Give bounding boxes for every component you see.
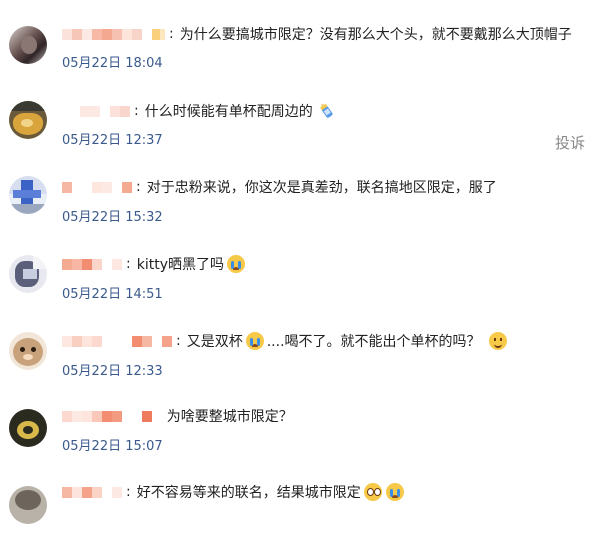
comment-date: 05月22日 xyxy=(62,210,122,225)
username-mosaic[interactable] xyxy=(62,181,132,193)
username-mosaic[interactable] xyxy=(62,486,122,498)
crying-face-icon xyxy=(245,332,264,350)
username-mosaic[interactable] xyxy=(80,105,130,117)
comment-timestamp: 05月22日 14:51 xyxy=(62,283,163,302)
comment-line: : 又是双杯 ....喝不了。就不能出个单杯的吗？ xyxy=(62,330,507,352)
colon: : xyxy=(136,179,141,195)
comment-time: 12:33 xyxy=(125,364,163,379)
comment-timestamp: 05月22日 15:07 xyxy=(62,435,163,454)
comment-time: 14:51 xyxy=(125,287,163,302)
crying-face-icon xyxy=(226,255,245,273)
comment-date: 05月22日 xyxy=(62,439,122,454)
comment-item: : 为什么要搞城市限定？没有那么大个头，就不要戴那么大顶帽子 05月22日 18… xyxy=(0,0,600,77)
comment-item: : 为啥要整城市限定？ 05月22日 15:07 xyxy=(0,385,600,462)
colon: : xyxy=(134,103,139,119)
comment-date: 05月22日 xyxy=(62,56,122,71)
comment-text: 为什么要搞城市限定？没有那么大个头，就不要戴那么大顶帽子 xyxy=(179,27,572,43)
comment-line: : 对于忠粉来说，你这次是真差劲，联名搞地区限定，服了 xyxy=(62,176,497,198)
colon: : xyxy=(169,26,174,42)
comment-time: 15:32 xyxy=(125,210,163,225)
comment-item: : kitty晒黑了吗 05月22日 14:51 xyxy=(0,231,600,308)
comment-date: 05月22日 xyxy=(62,287,122,302)
comment-line: : 好不容易等来的联名，结果城市限定 xyxy=(62,481,404,503)
feeding-bottle-icon xyxy=(316,101,336,121)
username-mosaic[interactable] xyxy=(62,410,152,422)
colon: : xyxy=(176,333,181,349)
comment-date: 05月22日 xyxy=(62,364,122,379)
username-mosaic[interactable] xyxy=(62,258,122,270)
comment-time: 18:04 xyxy=(125,56,163,71)
comment-text: 什么时候能有单杯配周边的 xyxy=(144,104,313,120)
comment-line: : 为什么要搞城市限定？没有那么大个头，就不要戴那么大顶帽子 xyxy=(62,23,572,45)
comment-line: : 为啥要整城市限定？ xyxy=(62,405,293,427)
comment-date: 05月22日 xyxy=(62,133,122,148)
avatar[interactable] xyxy=(9,255,47,293)
username-mosaic[interactable] xyxy=(62,335,172,347)
comment-item: : 好不容易等来的联名，结果城市限定 xyxy=(0,462,600,539)
colon: : xyxy=(126,256,131,272)
comment-text: 为啥要整城市限定？ xyxy=(166,409,293,425)
comment-text: 好不容易等来的联名，结果城市限定 xyxy=(136,485,361,501)
slight-smile-icon xyxy=(488,332,507,350)
pleading-face-icon xyxy=(363,483,382,501)
comment-item: : 对于忠粉来说，你这次是真差劲，联名搞地区限定，服了 05月22日 15:32 xyxy=(0,154,600,231)
comment-text: kitty晒黑了吗 xyxy=(136,257,224,273)
comment-text: 又是双杯 xyxy=(186,334,243,350)
comment-time: 15:07 xyxy=(125,439,163,454)
comment-text: 对于忠粉来说，你这次是真差劲，联名搞地区限定，服了 xyxy=(146,180,497,196)
avatar[interactable] xyxy=(9,176,47,214)
avatar[interactable] xyxy=(9,101,47,139)
username-mosaic[interactable] xyxy=(62,28,165,40)
comment-timestamp: 05月22日 18:04 xyxy=(62,52,163,71)
colon: : xyxy=(126,484,131,500)
avatar[interactable] xyxy=(9,332,47,370)
crying-face-icon xyxy=(385,483,404,501)
comment-text-continued: ....喝不了。就不能出个单杯的吗？ xyxy=(266,334,481,350)
comment-timestamp: 05月22日 12:33 xyxy=(62,360,163,379)
avatar[interactable] xyxy=(9,486,47,524)
comment-item: : 又是双杯 ....喝不了。就不能出个单杯的吗？ 05月22日 12:33 xyxy=(0,308,600,385)
comment-item: : 什么时候能有单杯配周边的 05月22日 12:37 xyxy=(0,77,600,154)
comment-line: : 什么时候能有单杯配周边的 xyxy=(62,100,336,122)
report-button[interactable]: 投诉 xyxy=(555,132,585,153)
comment-line: : kitty晒黑了吗 xyxy=(62,253,245,275)
comment-timestamp: 05月22日 12:37 xyxy=(62,129,163,148)
avatar[interactable] xyxy=(9,409,47,447)
comment-timestamp: 05月22日 15:32 xyxy=(62,206,163,225)
comment-time: 12:37 xyxy=(125,133,163,148)
avatar[interactable] xyxy=(9,26,47,64)
